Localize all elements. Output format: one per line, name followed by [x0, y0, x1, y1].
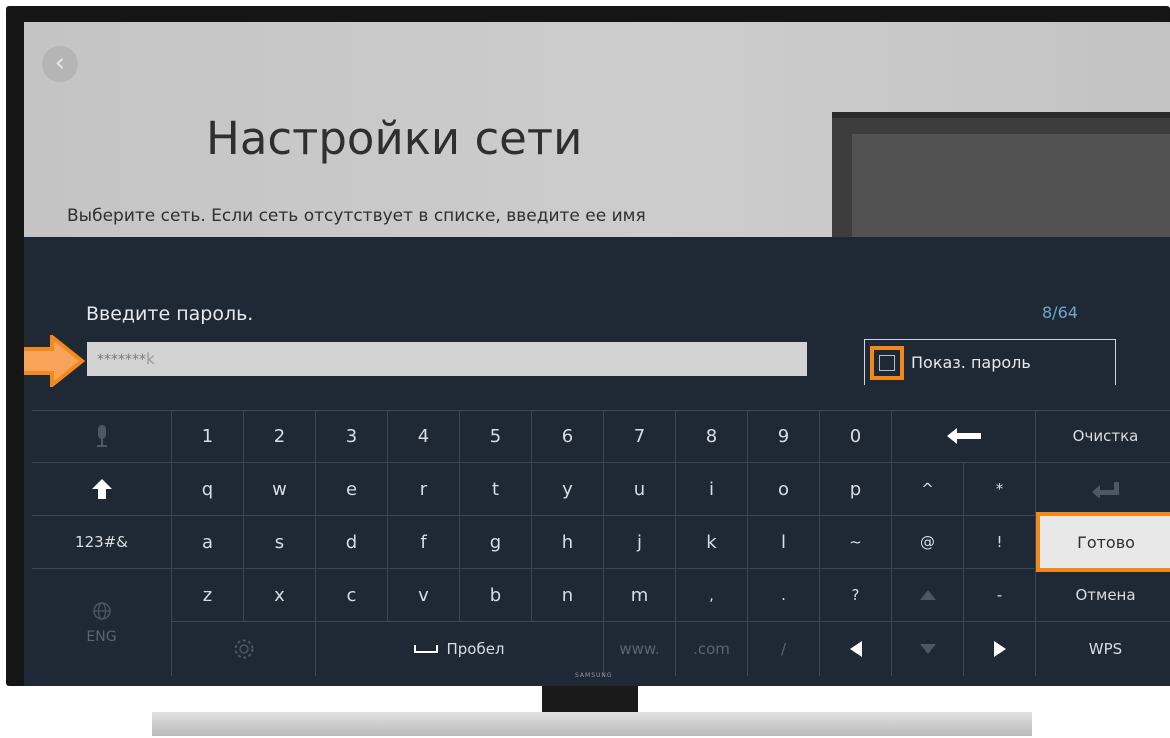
cursor-right-key[interactable] [964, 622, 1036, 676]
key-p[interactable]: p [820, 463, 892, 516]
enter-key[interactable] [1036, 463, 1170, 516]
on-screen-keyboard: 1 2 3 4 5 6 7 8 9 0 Очистка q w e r t y … [32, 410, 1170, 686]
up-triangle-icon [919, 590, 936, 600]
key-q[interactable]: q [172, 463, 244, 516]
key-d[interactable]: d [316, 516, 388, 569]
password-input[interactable]: *******k [87, 342, 807, 376]
key-6[interactable]: 6 [532, 410, 604, 463]
key-s[interactable]: s [244, 516, 316, 569]
backspace-key[interactable] [892, 410, 1036, 463]
key-h[interactable]: h [532, 516, 604, 569]
key-9[interactable]: 9 [748, 410, 820, 463]
show-password-highlight [870, 346, 904, 380]
network-preview-image [832, 112, 1170, 248]
tv-screen: ‹ Настройки сети Выберите сеть. Если сет… [24, 22, 1170, 686]
shift-arrow-icon [91, 479, 112, 499]
key-3[interactable]: 3 [316, 410, 388, 463]
key-question[interactable]: ? [820, 569, 892, 622]
show-password-label: Показ. пароль [911, 353, 1031, 372]
right-triangle-icon [993, 641, 1006, 657]
globe-icon [92, 601, 111, 620]
shift-key[interactable] [32, 463, 172, 516]
cursor-left-key[interactable] [820, 622, 892, 676]
key-period[interactable]: . [748, 569, 820, 622]
down-triangle-icon [919, 644, 936, 654]
wps-button[interactable]: WPS [1036, 622, 1170, 676]
brand-logo: SAMSUNG [575, 672, 613, 679]
network-settings-page: ‹ Настройки сети Выберите сеть. Если сет… [24, 22, 1170, 248]
password-prompt: Введите пароль. [86, 303, 254, 325]
key-e[interactable]: e [316, 463, 388, 516]
left-triangle-icon [849, 641, 862, 657]
key-n[interactable]: n [532, 569, 604, 622]
key-z[interactable]: z [172, 569, 244, 622]
key-u[interactable]: u [604, 463, 676, 516]
settings-key[interactable] [172, 622, 316, 676]
symbols-key[interactable]: 123#& [32, 516, 172, 569]
key-f[interactable]: f [388, 516, 460, 569]
key-asterisk[interactable]: * [964, 463, 1036, 516]
key-0[interactable]: 0 [820, 410, 892, 463]
key-exclamation[interactable]: ! [964, 516, 1036, 569]
key-4[interactable]: 4 [388, 410, 460, 463]
key-t[interactable]: t [460, 463, 532, 516]
www-key[interactable]: www. [604, 622, 676, 676]
space-bar-icon [414, 645, 439, 653]
com-key[interactable]: .com [676, 622, 748, 676]
password-masked: ******* [97, 352, 146, 368]
key-l[interactable]: l [748, 516, 820, 569]
language-key[interactable]: ENG [32, 569, 172, 676]
key-a[interactable]: a [172, 516, 244, 569]
key-g[interactable]: g [460, 516, 532, 569]
password-last-char: k [146, 350, 155, 368]
key-y[interactable]: y [532, 463, 604, 516]
key-x[interactable]: x [244, 569, 316, 622]
key-tilde[interactable]: ~ [820, 516, 892, 569]
key-comma[interactable]: , [676, 569, 748, 622]
space-label: Пробел [446, 640, 505, 658]
key-m[interactable]: m [604, 569, 676, 622]
key-j[interactable]: j [604, 516, 676, 569]
key-caret[interactable]: ^ [892, 463, 964, 516]
key-2[interactable]: 2 [244, 410, 316, 463]
key-at[interactable]: @ [892, 516, 964, 569]
cancel-button[interactable]: Отмена [1036, 569, 1170, 622]
cursor-up-key[interactable] [892, 569, 964, 622]
cursor-down-key[interactable] [892, 622, 964, 676]
key-1[interactable]: 1 [172, 410, 244, 463]
language-label: ENG [86, 628, 117, 645]
tv-stand-base [152, 712, 1032, 736]
tv-bezel: ‹ Настройки сети Выберите сеть. Если сет… [6, 6, 1170, 686]
space-key[interactable]: Пробел [316, 622, 604, 676]
enter-icon [1091, 482, 1119, 498]
back-button[interactable]: ‹ [42, 46, 78, 82]
key-o[interactable]: o [748, 463, 820, 516]
highlight-arrow-icon [24, 335, 86, 387]
key-i[interactable]: i [676, 463, 748, 516]
key-7[interactable]: 7 [604, 410, 676, 463]
slash-key[interactable]: / [748, 622, 820, 676]
clear-key[interactable]: Очистка [1036, 410, 1170, 463]
password-keyboard-panel: Введите пароль. 8/64 *******k Показ. пар… [24, 237, 1170, 686]
key-5[interactable]: 5 [460, 410, 532, 463]
done-button[interactable]: Готово [1036, 512, 1170, 572]
key-r[interactable]: r [388, 463, 460, 516]
key-w[interactable]: w [244, 463, 316, 516]
key-c[interactable]: c [316, 569, 388, 622]
backspace-arrow-icon [946, 428, 981, 444]
microphone-icon [96, 425, 107, 447]
char-counter: 8/64 [1042, 303, 1078, 322]
key-k[interactable]: k [676, 516, 748, 569]
page-description: Выберите сеть. Если сеть отсутствует в с… [67, 206, 646, 226]
microphone-key[interactable] [32, 410, 172, 463]
key-v[interactable]: v [388, 569, 460, 622]
key-dash[interactable]: - [964, 569, 1036, 622]
gear-icon [234, 639, 253, 659]
show-password-toggle[interactable]: Показ. пароль [864, 339, 1116, 385]
show-password-checkbox[interactable] [879, 355, 895, 371]
key-8[interactable]: 8 [676, 410, 748, 463]
page-title: Настройки сети [206, 112, 583, 165]
key-b[interactable]: b [460, 569, 532, 622]
